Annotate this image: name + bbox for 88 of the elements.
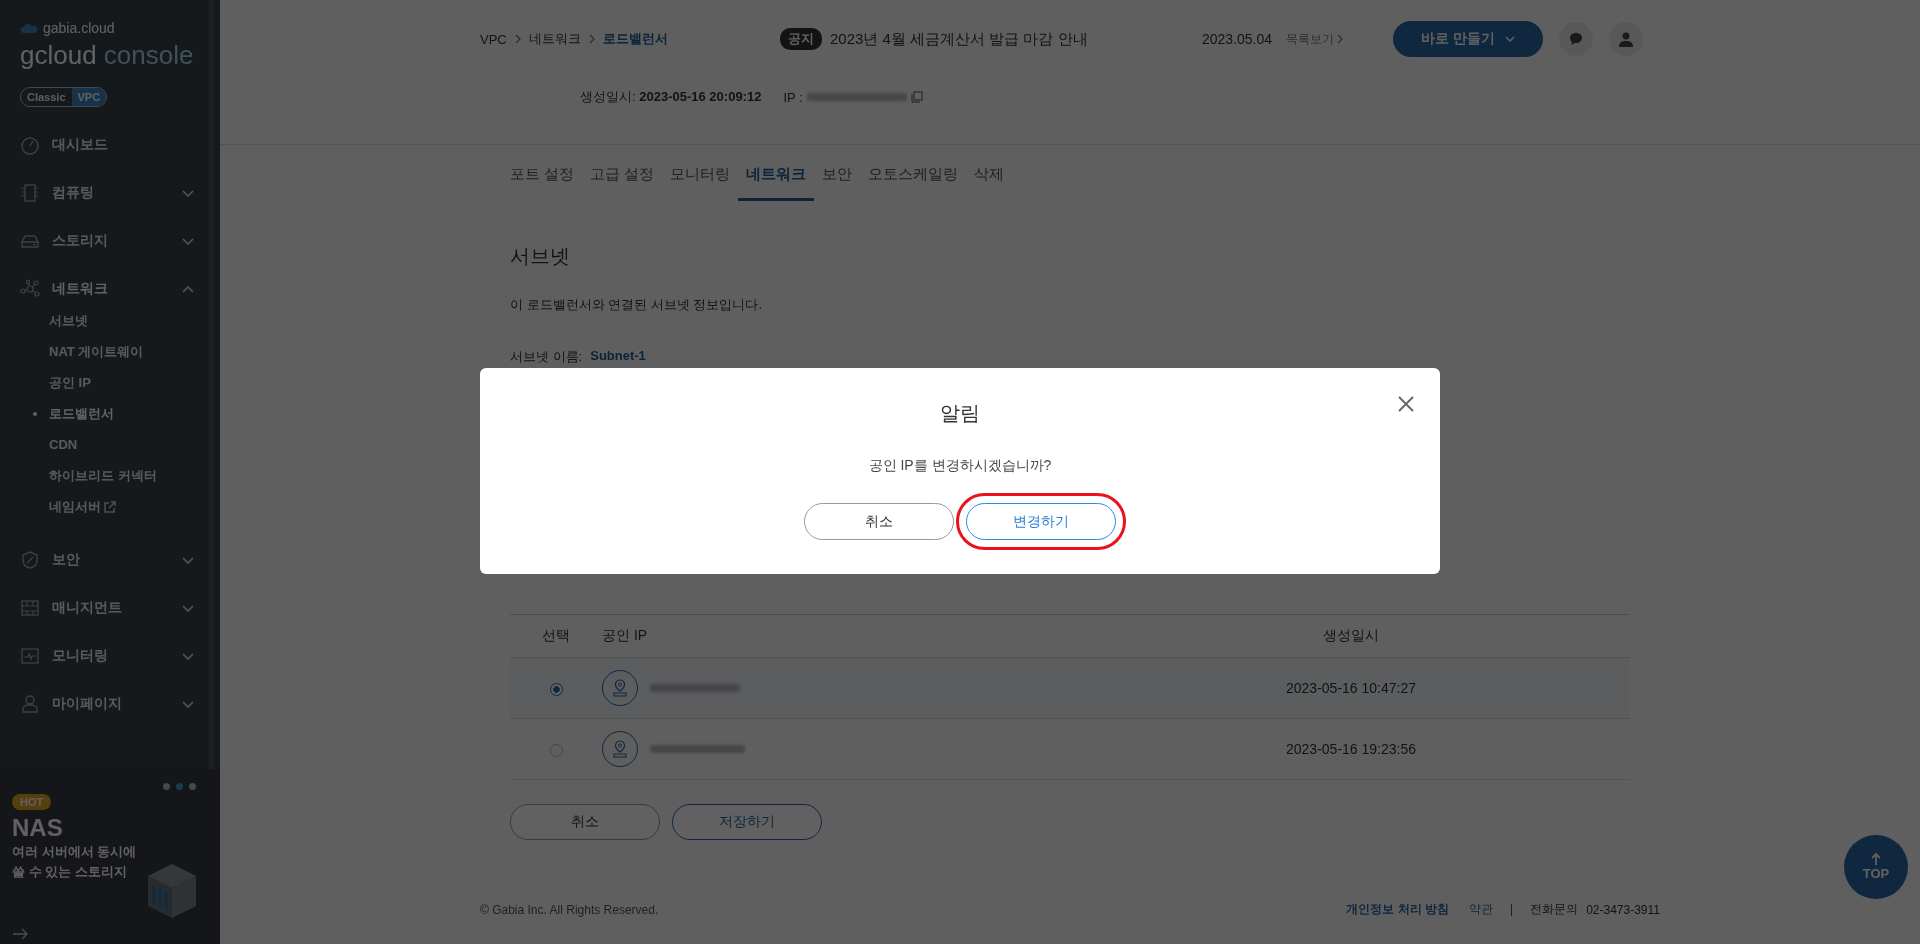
chevron-icon [182, 556, 194, 564]
gauge-icon [20, 135, 40, 155]
user-icon [20, 694, 40, 714]
created-date: 생성일시: 2023-05-16 20:09:12 [580, 88, 762, 106]
breadcrumb-item[interactable]: 네트워크 [528, 30, 581, 48]
promo-title: NAS [12, 814, 64, 842]
subnet-name[interactable]: Subnet-1 [590, 348, 646, 366]
chevron-icon [182, 189, 194, 197]
notice-badge: 공지 [780, 28, 822, 50]
table-cell: 2023-05-16 10:47:27 [1072, 657, 1630, 719]
mode-toggle[interactable]: VPC [71, 88, 107, 106]
caret-icon [1505, 36, 1515, 42]
dialog-title: 알림 [940, 401, 980, 426]
menu-item[interactable]: 대시보드 [0, 121, 220, 169]
notice-date: 2023.05.04 [1202, 31, 1273, 47]
external-link-icon [104, 500, 116, 513]
tab[interactable]: 포트 설정 [510, 155, 583, 201]
subnet-label: 서브넷 이름: [510, 348, 583, 366]
tab[interactable]: 네트워크 [738, 155, 815, 201]
table-cell: 2023-05-16 19:23:56 [1072, 718, 1630, 780]
copyright: © Gabia Inc. All Rights Reserved. [480, 902, 660, 917]
create-button[interactable]: 바로 만들기 [1393, 21, 1544, 57]
dialog-message: 공인 IP를 변경하시겠습니까? [868, 457, 1052, 475]
breadcrumb-item[interactable]: VPC [480, 31, 507, 47]
scroll-top-button[interactable]: TOP [1844, 835, 1908, 899]
tab[interactable]: 모니터링 [662, 155, 739, 201]
chevron-right-icon [514, 34, 521, 44]
chevron-icon [182, 237, 194, 245]
column-header: 공인 IP [602, 614, 1072, 658]
close-icon [1398, 396, 1414, 412]
chevron-icon [182, 652, 194, 660]
tab[interactable]: 보안 [814, 155, 861, 201]
cancel-button[interactable]: 취소 [510, 804, 660, 840]
column-header: 선택 [510, 614, 602, 658]
submenu-item[interactable]: NAT 게이트웨이 [0, 336, 220, 367]
menu-item[interactable]: 매니지먼트 [0, 584, 220, 632]
mode-toggle[interactable]: Classic [21, 88, 72, 106]
pager-dot[interactable] [176, 783, 183, 790]
arrow-right-icon[interactable] [12, 928, 28, 940]
submenu-item[interactable]: CDN [0, 429, 220, 460]
cancel-button[interactable]: 취소 [804, 503, 954, 540]
chevron-right-icon [1337, 34, 1344, 44]
section-description: 이 로드밸런서와 연결된 서브넷 정보입니다. [510, 296, 764, 314]
promo-text: 여러 서버에서 동시에 [12, 843, 138, 861]
section-heading: 서브넷 [510, 244, 571, 269]
profile-button[interactable] [1609, 22, 1644, 56]
notice-link[interactable]: 2023년 4월 세금계산서 발급 마감 안내 [830, 29, 1202, 49]
menu-item[interactable]: 스토리지 [0, 217, 220, 265]
cloud-icon [20, 22, 38, 34]
chat-button[interactable] [1559, 22, 1594, 56]
menu-item[interactable]: 모니터링 [0, 632, 220, 680]
menu-item[interactable]: 컴퓨팅 [0, 169, 220, 217]
shield-icon [20, 550, 40, 570]
promo-text: 쓸 수 있는 스토리지 [12, 863, 128, 881]
phone-label: 전화문의 [1530, 901, 1579, 918]
network-icon [20, 279, 40, 299]
submenu-item[interactable]: 네임서버 [0, 491, 220, 522]
pager-dot[interactable] [189, 783, 196, 790]
tab[interactable]: 고급 설정 [582, 155, 663, 201]
chevron-icon [182, 700, 194, 708]
chevron-right-icon [588, 34, 595, 44]
copy-icon[interactable] [910, 91, 923, 103]
submenu-item[interactable]: 로드밸런서 [0, 398, 220, 429]
chip-icon [20, 183, 40, 203]
menu-item[interactable]: 보안 [0, 536, 220, 584]
phone-number: 02-3473-3911 [1586, 902, 1660, 917]
arrow-up-icon [1871, 853, 1881, 865]
grid-icon [20, 598, 40, 618]
terms-link[interactable]: 약관 [1469, 901, 1494, 918]
chat-icon [1568, 31, 1585, 47]
privacy-link[interactable]: 개인정보 처리 방침 [1346, 901, 1450, 918]
tab[interactable]: 오토스케일링 [860, 155, 967, 201]
pager-dot[interactable] [163, 783, 170, 790]
submenu-item[interactable]: 공인 IP [0, 367, 220, 398]
breadcrumb-item[interactable]: 로드밸런서 [602, 30, 668, 48]
user-icon [1618, 31, 1635, 47]
hot-badge: HOT [12, 794, 52, 810]
pulse-monitor-icon [20, 646, 40, 666]
tab[interactable]: 삭제 [966, 155, 1013, 201]
chevron-icon [182, 285, 194, 293]
ip-label: IP : [783, 89, 803, 105]
save-button[interactable]: 저장하기 [672, 804, 822, 840]
menu-item[interactable]: 마이페이지 [0, 680, 220, 728]
brand-name: gabia.cloud [43, 20, 115, 36]
radio-button[interactable] [549, 682, 563, 696]
column-header: 생성일시 [1072, 614, 1630, 658]
submenu-item[interactable]: 하이브리드 커넥터 [0, 460, 220, 491]
chevron-icon [182, 604, 194, 612]
